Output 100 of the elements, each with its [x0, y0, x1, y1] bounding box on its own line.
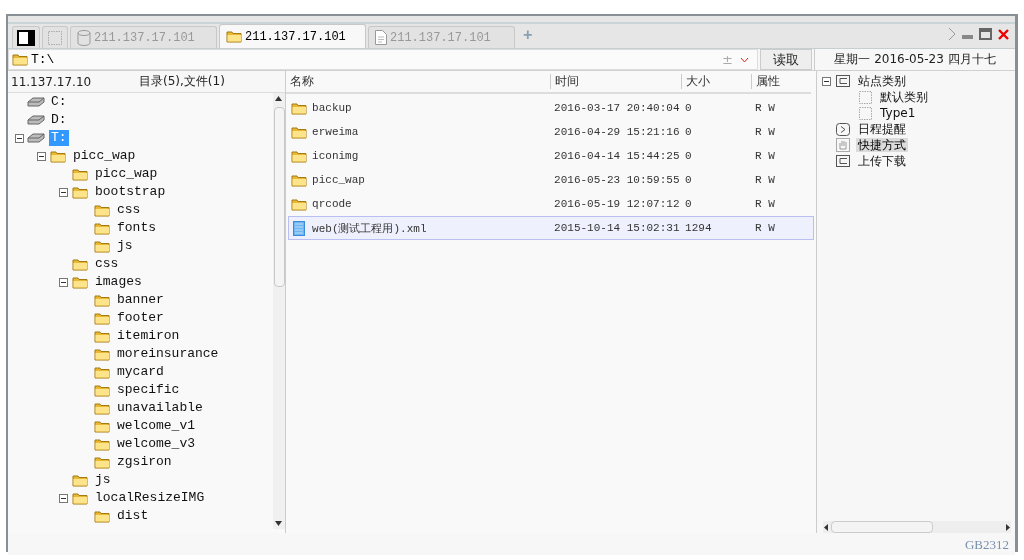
folder-icon	[291, 101, 308, 115]
tree-item[interactable]: localResizeIMG	[93, 490, 207, 506]
folder-icon	[94, 509, 110, 523]
tree-item[interactable]: specific	[115, 382, 182, 398]
tree-item[interactable]: footer	[115, 310, 166, 326]
file-row[interactable]: erweima 2016-04-29 15:21:16 0 R W	[288, 120, 815, 144]
folder-icon	[291, 149, 308, 163]
folder-icon	[94, 365, 110, 379]
scrollbar-thumb[interactable]	[274, 107, 286, 287]
scroll-right-icon[interactable]	[1006, 524, 1010, 531]
cylinder-icon	[77, 29, 91, 46]
folder-icon	[94, 293, 110, 307]
folder-icon	[94, 311, 110, 325]
tree-item[interactable]: welcome_v1	[115, 418, 197, 434]
file-time: 2016-04-14 15:44:25	[554, 150, 680, 162]
summary-label: 目录(5),文件(1)	[139, 73, 225, 90]
tree-item[interactable]: js	[115, 238, 135, 254]
file-row[interactable]: iconimg 2016-04-14 15:44:25 0 R W	[288, 144, 815, 168]
dotted-square-icon	[858, 90, 872, 104]
file-size: 0	[685, 174, 692, 186]
file-row[interactable]: qrcode 2016-05-19 12:07:12 0 R W	[288, 192, 815, 216]
file-time: 2016-04-29 15:21:16	[554, 126, 680, 138]
folder-icon	[94, 347, 110, 361]
tree-item[interactable]: welcome_v3	[115, 436, 197, 452]
tree-item[interactable]: 站点类别	[856, 74, 909, 88]
tree-item[interactable]: fonts	[115, 220, 158, 236]
tree-item[interactable]: dist	[115, 508, 151, 524]
tree-item[interactable]: picc_wap	[71, 148, 138, 164]
tree-item[interactable]: mycard	[115, 364, 166, 380]
tree-item[interactable]: D:	[49, 112, 69, 128]
folder-icon	[72, 473, 88, 487]
path-field[interactable]: T:\ ±	[8, 49, 758, 70]
drive-icon	[27, 133, 45, 143]
file-time: 2015-10-14 15:02:31	[554, 222, 680, 234]
collapse-icon[interactable]	[821, 76, 831, 86]
read-button[interactable]: 读取	[760, 49, 812, 70]
tree-item[interactable]: picc_wap	[93, 166, 160, 182]
folder-icon	[291, 173, 308, 187]
folder-icon	[94, 401, 110, 415]
scroll-up-icon[interactable]	[275, 96, 283, 101]
file-size: 0	[685, 126, 692, 138]
tree-item[interactable]: bootstrap	[93, 184, 168, 200]
folder-icon	[94, 239, 110, 253]
tree-item[interactable]: moreinsurance	[115, 346, 221, 362]
tab[interactable]	[12, 26, 40, 48]
tree-item[interactable]: 上传下载	[856, 154, 909, 168]
folder-icon	[94, 203, 110, 217]
clock-icon	[836, 122, 851, 136]
column-header[interactable]: 时间	[550, 74, 682, 89]
hand-icon	[836, 138, 851, 152]
host-label: 11.137.17.10	[10, 74, 93, 89]
file-time: 2016-05-19 12:07:12	[554, 198, 680, 210]
collapse-icon[interactable]	[58, 277, 68, 287]
column-header[interactable]: 名称	[286, 74, 551, 89]
collapse-icon[interactable]	[36, 151, 46, 161]
tree-item[interactable]: images	[93, 274, 144, 290]
tree-item[interactable]: C:	[49, 94, 69, 110]
scrollbar-thumb[interactable]	[831, 521, 934, 533]
file-name: backup	[312, 102, 352, 114]
window-icon	[836, 75, 851, 87]
tree-item[interactable]: js	[93, 472, 113, 488]
encoding-label: GB2312	[964, 536, 1010, 554]
maximize-icon[interactable]	[979, 28, 992, 40]
file-row[interactable]: picc_wap 2016-05-23 10:59:55 0 R W	[288, 168, 815, 192]
collapse-icon[interactable]	[14, 133, 24, 143]
file-time: 2016-03-17 20:40:04	[554, 102, 680, 114]
tree-item[interactable]: itemiron	[115, 328, 182, 344]
file-row[interactable]: web(测试工程用).xml 2015-10-14 15:02:31 1294 R W	[288, 216, 815, 240]
file-row[interactable]: backup 2016-03-17 20:40:04 0 R W	[288, 96, 815, 120]
file-size: 0	[685, 150, 692, 162]
column-header[interactable]: 大小	[681, 74, 752, 89]
tree-item[interactable]: css	[115, 202, 143, 218]
tree-item[interactable]: unavailable	[115, 400, 205, 416]
file-name: iconimg	[312, 150, 359, 162]
folder-icon	[72, 257, 88, 271]
dotted-square-icon	[858, 106, 872, 120]
file-time: 2016-05-23 10:59:55	[554, 174, 680, 186]
document-icon	[375, 30, 387, 45]
folder-icon	[94, 419, 110, 433]
folder-icon	[72, 167, 88, 181]
tree-item[interactable]: banner	[115, 292, 166, 308]
tree-item[interactable]: zgsiron	[115, 454, 174, 470]
tree-item[interactable]: Type1	[878, 106, 918, 120]
column-header[interactable]: 属性	[751, 74, 812, 89]
tree-item[interactable]: css	[93, 256, 121, 272]
file-name: qrcode	[312, 198, 352, 210]
folder-icon	[12, 53, 28, 66]
scroll-left-icon[interactable]	[824, 524, 829, 531]
collapse-icon[interactable]	[58, 187, 68, 197]
tab[interactable]: 211.137.17.101	[219, 24, 366, 48]
tree-item[interactable]: 快捷方式	[856, 138, 909, 152]
scroll-down-icon[interactable]	[275, 521, 283, 526]
tree-item[interactable]: 日程提醒	[856, 122, 909, 136]
file-attributes: R W	[755, 222, 775, 234]
folder-icon	[94, 329, 110, 343]
tree-item[interactable]: 默认类别	[878, 90, 931, 104]
dropdown-icon[interactable]	[740, 56, 749, 63]
close-icon[interactable]	[998, 28, 1009, 40]
collapse-icon[interactable]	[58, 493, 68, 503]
folder-icon	[94, 383, 110, 397]
